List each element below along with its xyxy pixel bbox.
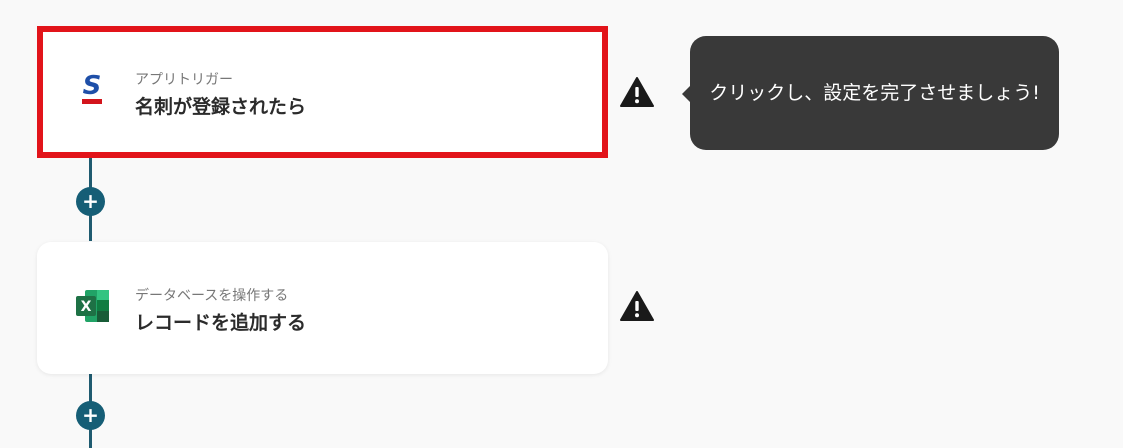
step-sub-label: アプリトリガー [135, 72, 233, 88]
excel-icon: X [75, 286, 109, 326]
step-title: レコードを追加する [135, 312, 307, 334]
step-sub-label: データベースを操作する [135, 288, 289, 304]
setup-tooltip: クリックし、設定を完了させましょう! [690, 36, 1059, 150]
step-card-add-record[interactable]: X データベースを操作する レコードを追加する [37, 242, 608, 374]
step-title: 名刺が登録されたら [135, 96, 307, 118]
plus-icon: + [82, 403, 99, 427]
plus-icon: + [82, 189, 99, 213]
add-step-button[interactable]: + [76, 401, 105, 430]
svg-text:X: X [81, 299, 92, 315]
warning-triangle-icon [619, 290, 655, 322]
tooltip-text: クリックし、設定を完了させましょう! [709, 82, 1040, 104]
add-step-button[interactable]: + [76, 187, 105, 216]
step-card-trigger[interactable]: S アプリトリガー 名刺が登録されたら [37, 26, 608, 158]
sansan-icon: S [75, 70, 109, 110]
warning-triangle-icon [619, 76, 655, 108]
svg-text:S: S [83, 71, 102, 101]
